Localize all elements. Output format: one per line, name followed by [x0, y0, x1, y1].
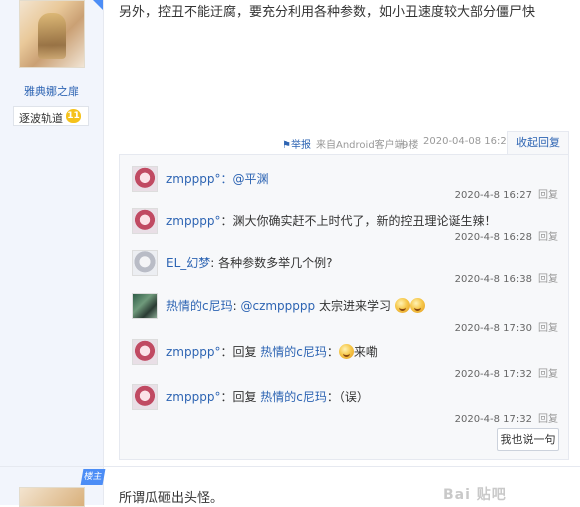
reply-username[interactable]: zmpppp° [166, 172, 220, 186]
collapse-replies-button[interactable]: 收起回复 [507, 131, 569, 155]
post-floor: 9楼 [402, 140, 419, 151]
reply-username[interactable]: EL_幻梦 [166, 256, 210, 270]
reply-username[interactable]: zmpppp° [166, 214, 220, 228]
thread-starter-badge: 楼主 [80, 469, 106, 485]
baidu-tieba-watermark: Bai 贴吧 [443, 487, 507, 503]
reply-content: ：（误） [326, 390, 369, 404]
reply-time: 2020-4-8 17:30 [454, 323, 532, 334]
reply-button[interactable]: 回复 [538, 190, 558, 201]
smiley-emoji-icon [338, 344, 354, 359]
reply-input-button[interactable]: 我也说一句 [497, 428, 559, 451]
reply-time: 2020-4-8 17:32 [454, 369, 532, 380]
reply-mention[interactable]: @czmppppp [240, 299, 315, 313]
reply-username[interactable]: 热情的c尼玛 [166, 299, 233, 313]
post-datetime: 2020-04-08 16:26 [423, 136, 514, 147]
reply-avatar[interactable] [132, 339, 158, 365]
reply-avatar[interactable] [132, 166, 158, 192]
badge-level: 11 [66, 109, 81, 123]
reply-target-user[interactable]: 热情的c尼玛 [260, 345, 327, 359]
badge-text: 逐波轨道 [19, 112, 63, 125]
reply-button[interactable]: 回复 [538, 274, 558, 285]
post-content: 另外，控丑不能迂腐，要充分利用各种参数，如小丑速度较大部分僵尸快 [119, 5, 536, 20]
reply-time: 2020-4-8 17:32 [454, 414, 532, 425]
reply-button[interactable]: 回复 [538, 369, 558, 380]
reply-avatar[interactable] [132, 250, 158, 276]
reply-content: 来嘞 [353, 345, 378, 359]
reply-time: 2020-4-8 16:38 [454, 274, 532, 285]
reply-button[interactable]: 回复 [538, 414, 558, 425]
reply-avatar[interactable] [132, 293, 158, 319]
author-avatar[interactable] [19, 0, 85, 68]
reply-prefix: ：回复 [220, 345, 261, 359]
reply-avatar[interactable] [132, 384, 158, 410]
next-post-content: 所谓瓜砸出头怪。 [119, 491, 224, 506]
reply-time: 2020-4-8 16:28 [454, 232, 532, 243]
reply-button[interactable]: 回复 [538, 323, 558, 334]
reply-content[interactable]: ：@平渊 [220, 172, 268, 186]
reply-content: ：渊大你确实赶不上时代了，新的控丑理论诞生辣！ [220, 214, 497, 228]
reply-content: 太宗进来学习 [315, 299, 391, 313]
reply-content: : 各种参数多举几个例? [210, 256, 333, 270]
reply-avatar[interactable] [132, 208, 158, 234]
author-username[interactable]: 雅典娜之扉 [0, 83, 103, 99]
flag-icon: ⚑ [282, 140, 291, 151]
next-author-avatar[interactable] [19, 487, 85, 507]
reply-username[interactable]: zmpppp° [166, 390, 220, 404]
author-column [0, 0, 104, 505]
post-source: 来自Android客户端 [316, 140, 405, 151]
reply-list: zmpppp°：@平渊 2020-4-8 16:27 回复 zmpppp°：渊大你… [119, 154, 569, 460]
level-badge[interactable]: 逐波轨道 11 [13, 106, 89, 126]
reply-target-user[interactable]: 热情的c尼玛 [260, 390, 327, 404]
reply-button[interactable]: 回复 [538, 232, 558, 243]
smiley-emoji-icon [409, 298, 425, 313]
smiley-emoji-icon [394, 298, 410, 313]
report-link[interactable]: ⚑举报 [282, 136, 311, 151]
reply-username[interactable]: zmpppp° [166, 345, 220, 359]
reply-prefix: ：回复 [220, 390, 261, 404]
reply-time: 2020-4-8 16:27 [454, 190, 532, 201]
